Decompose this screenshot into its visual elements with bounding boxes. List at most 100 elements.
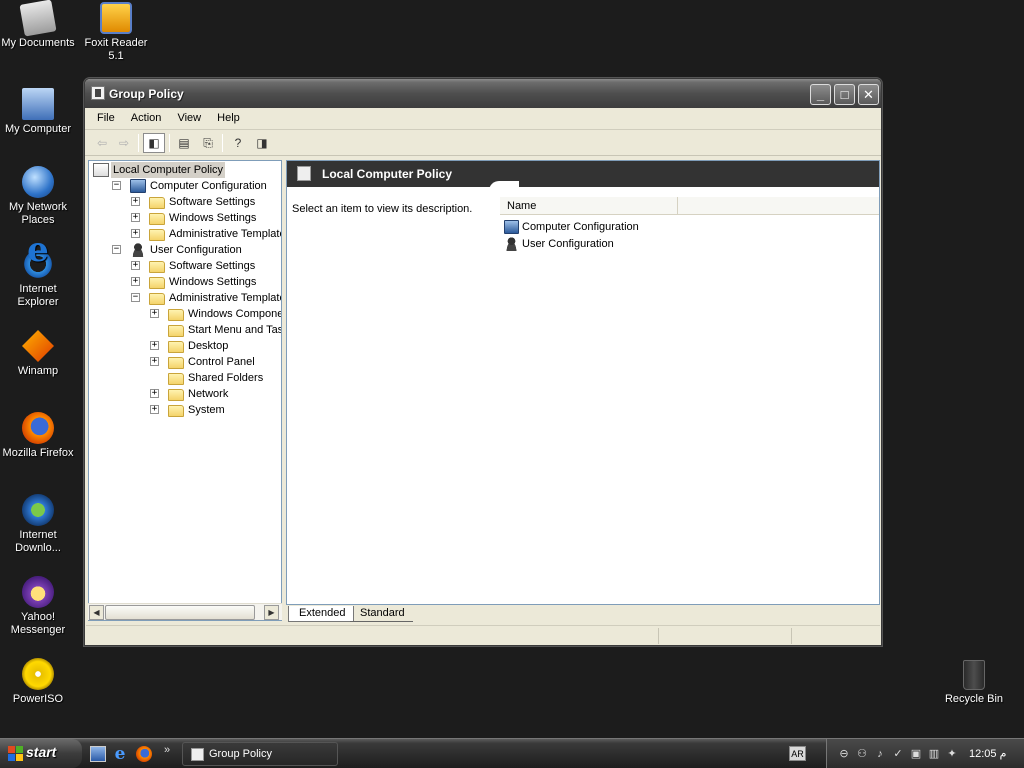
forward-arrow-icon[interactable]: ⇨ bbox=[113, 133, 135, 153]
tree-item-label: Computer Configuration bbox=[150, 180, 267, 192]
expand-icon[interactable]: + bbox=[131, 261, 140, 270]
back-arrow-icon[interactable]: ⇦ bbox=[91, 133, 113, 153]
folder-icon bbox=[149, 293, 165, 305]
tree-item-label: System bbox=[188, 404, 225, 416]
desktop-icon-internet-explorer[interactable]: Internet Explorer bbox=[0, 244, 76, 309]
desktop-icon-label: Recycle Bin bbox=[944, 693, 1004, 705]
expand-icon[interactable]: + bbox=[150, 309, 159, 318]
tree-item-label: Control Panel bbox=[188, 356, 255, 368]
volume-icon[interactable]: ♪ bbox=[873, 747, 887, 761]
tree-horizontal-scrollbar[interactable]: ◀ ▶ bbox=[88, 603, 282, 620]
language-indicator[interactable]: AR bbox=[789, 746, 806, 761]
tab-standard[interactable]: Standard bbox=[350, 606, 413, 622]
close-button[interactable]: ✕ bbox=[858, 84, 879, 105]
foxit-reader-icon bbox=[100, 2, 132, 34]
user-icon bbox=[130, 243, 146, 257]
internet-explorer-icon[interactable]: e bbox=[112, 746, 128, 763]
menu-view[interactable]: View bbox=[171, 108, 208, 124]
details-header-title: Local Computer Policy bbox=[322, 167, 453, 181]
show-hide-action-pane-icon[interactable]: ◨ bbox=[251, 133, 273, 153]
desktop-icon-label: My Documents bbox=[1, 37, 75, 49]
tray-monitor-icon[interactable]: ▣ bbox=[909, 747, 923, 761]
tab-extended[interactable]: Extended bbox=[288, 606, 355, 622]
network-places-icon bbox=[22, 166, 54, 198]
computer-icon bbox=[130, 179, 146, 193]
recycle-bin-icon bbox=[963, 660, 985, 690]
properties-icon[interactable]: ▤ bbox=[173, 133, 195, 153]
desktop-icon-my-computer[interactable]: My Computer bbox=[0, 88, 76, 136]
desktop-icon-winamp[interactable]: Winamp bbox=[0, 330, 76, 378]
desktop-icon-label: Mozilla Firefox bbox=[2, 447, 74, 459]
toolbar-separator bbox=[222, 134, 223, 152]
desktop-icon-label: PowerISO bbox=[12, 693, 64, 705]
expand-icon[interactable]: + bbox=[131, 277, 140, 286]
folder-icon bbox=[149, 261, 165, 273]
desktop-icon-label: My Network Places bbox=[8, 201, 68, 226]
minimize-button[interactable]: _ bbox=[810, 84, 831, 105]
tray-network-icon[interactable]: ⚇ bbox=[855, 747, 869, 761]
quick-launch-overflow-icon[interactable]: » bbox=[159, 742, 175, 758]
scroll-left-arrow-icon[interactable]: ◀ bbox=[89, 605, 104, 620]
expand-icon[interactable]: + bbox=[150, 389, 159, 398]
column-name[interactable]: Name bbox=[500, 197, 678, 214]
tray-wand-icon[interactable]: ✦ bbox=[945, 747, 959, 761]
user-icon bbox=[504, 237, 519, 251]
desktop-icon-my-documents[interactable]: My Documents bbox=[0, 0, 76, 50]
desktop-icon-label: Internet Downlo... bbox=[15, 529, 61, 554]
console-tree[interactable]: Local Computer Policy − Computer Configura… bbox=[88, 160, 282, 621]
desktop-icon-network-places[interactable]: My Network Places bbox=[0, 166, 76, 227]
folder-icon bbox=[168, 341, 184, 353]
expand-icon[interactable]: + bbox=[131, 213, 140, 222]
folder-icon bbox=[168, 357, 184, 369]
collapse-icon[interactable]: − bbox=[112, 181, 121, 190]
group-policy-window[interactable]: Group Policy _ □ ✕ File Action View Help… bbox=[84, 78, 882, 646]
desktop-icon-foxit-reader[interactable]: Foxit Reader 5.1 bbox=[78, 2, 154, 63]
show-desktop-icon[interactable] bbox=[90, 746, 106, 762]
folder-icon bbox=[168, 373, 184, 385]
scrollbar-thumb[interactable] bbox=[105, 605, 255, 620]
expand-icon[interactable]: + bbox=[131, 197, 140, 206]
folder-icon bbox=[168, 309, 184, 321]
collapse-icon[interactable]: − bbox=[112, 245, 121, 254]
desktop-icon-firefox[interactable]: Mozilla Firefox bbox=[0, 412, 76, 460]
collapse-icon[interactable]: − bbox=[131, 293, 140, 302]
policy-scroll-icon bbox=[93, 163, 109, 177]
window-title: Group Policy bbox=[109, 87, 184, 101]
taskbar-button-group-policy[interactable]: Group Policy bbox=[182, 742, 338, 766]
status-cell bbox=[658, 628, 790, 644]
group-policy-app-icon bbox=[191, 748, 204, 761]
menu-file[interactable]: File bbox=[91, 108, 122, 124]
clock[interactable]: 12:05 م bbox=[969, 747, 1006, 760]
winamp-icon bbox=[22, 330, 54, 362]
expand-icon[interactable]: + bbox=[150, 357, 159, 366]
desktop-icon-recycle-bin[interactable]: Recycle Bin bbox=[936, 660, 1012, 706]
desktop-icon-label: Internet Explorer bbox=[17, 283, 59, 308]
scroll-right-arrow-icon[interactable]: ▶ bbox=[264, 605, 279, 620]
tray-display-icon[interactable]: ▥ bbox=[927, 747, 941, 761]
tree-item-label: Software Settings bbox=[169, 196, 256, 208]
desktop-icon-yahoo-messenger[interactable]: Yahoo! Messenger bbox=[0, 576, 76, 637]
expand-icon[interactable]: + bbox=[150, 405, 159, 414]
menu-help[interactable]: Help bbox=[211, 108, 247, 124]
menu-action[interactable]: Action bbox=[125, 108, 169, 124]
tree-item-label: Administrative Templates bbox=[169, 292, 282, 304]
firefox-icon[interactable] bbox=[136, 746, 152, 762]
show-hide-tree-icon[interactable]: ◧ bbox=[143, 133, 165, 153]
desktop-icon-download-manager[interactable]: Internet Downlo... bbox=[0, 494, 76, 555]
desktop-icon-poweriso[interactable]: PowerISO bbox=[0, 658, 76, 706]
export-list-icon[interactable]: ⎘ bbox=[197, 133, 219, 153]
window-titlebar[interactable]: Group Policy _ □ ✕ bbox=[85, 79, 881, 108]
help-icon[interactable]: ? bbox=[227, 133, 249, 153]
tray-collapse-icon[interactable]: ⊖ bbox=[837, 747, 851, 761]
expand-icon[interactable]: + bbox=[150, 341, 159, 350]
firefox-icon bbox=[22, 412, 54, 444]
expand-icon[interactable]: + bbox=[131, 229, 140, 238]
start-button[interactable]: start bbox=[0, 739, 82, 768]
tree-item-label: Windows Settings bbox=[169, 276, 257, 288]
maximize-button[interactable]: □ bbox=[834, 84, 855, 105]
my-documents-icon bbox=[19, 0, 57, 37]
group-policy-app-icon[interactable] bbox=[91, 86, 105, 100]
taskbar: start e » Group Policy AR ⊖ ⚇ ♪ ✓ ▣ ▥ ✦ … bbox=[0, 738, 1024, 768]
security-shield-icon[interactable]: ✓ bbox=[891, 747, 905, 761]
folder-icon bbox=[168, 405, 184, 417]
